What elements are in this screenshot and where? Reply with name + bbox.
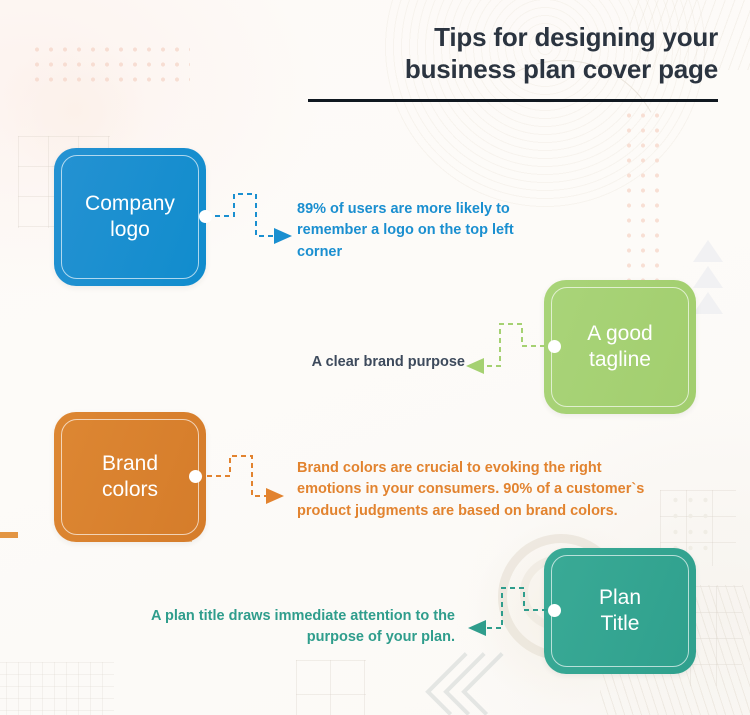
card-label-line-2: Title	[600, 612, 640, 635]
connector-node-a-good-tagline	[548, 340, 561, 353]
orange-accent-bar-left	[0, 532, 18, 538]
square-grid-decoration-bottom-center	[296, 660, 366, 715]
body-text-a-good-tagline: A clear brand purpose	[311, 354, 465, 370]
connector-line-plan-title	[468, 587, 556, 636]
card-label-brand-colors: Brand colors	[92, 451, 168, 502]
page-header: Tips for designing your business plan co…	[300, 22, 718, 103]
body-text-plan-title: A plan title draws immediate attention t…	[151, 608, 455, 646]
connector-line-brand-colors	[198, 455, 284, 504]
page-title-line-2: business plan cover page	[404, 53, 718, 84]
infographic-canvas: Tips for designing your business plan co…	[0, 0, 750, 715]
card-brand-colors[interactable]: Brand colors	[54, 412, 206, 542]
connector-line-company-logo	[206, 193, 292, 244]
connector-node-company-logo	[199, 210, 212, 223]
dot-grid-decoration-mid-right	[668, 492, 712, 552]
card-label-line-1: Brand	[101, 452, 159, 476]
title-underline-rule	[308, 99, 718, 103]
square-grid-decoration-bottom-left	[0, 662, 114, 715]
body-text-company-logo: 89% of users are more likely to remember…	[297, 201, 514, 260]
dot-grid-decoration-top-left	[30, 42, 190, 88]
card-a-good-tagline[interactable]: A good tagline	[544, 280, 696, 414]
triangle-decoration-1	[693, 240, 723, 262]
triangle-decoration-2	[693, 266, 723, 288]
card-label-a-good-tagline: A good tagline	[577, 321, 662, 372]
card-label-line-1: Plan	[598, 586, 642, 610]
card-label-line-1: A good	[587, 322, 653, 346]
card-plan-title[interactable]: Plan Title	[544, 548, 696, 674]
card-label-plan-title: Plan Title	[589, 585, 651, 636]
connector-line-a-good-tagline	[466, 323, 554, 374]
page-title-line-1: Tips for designing your	[434, 22, 718, 52]
connector-node-plan-title	[548, 604, 561, 617]
card-company-logo[interactable]: Company logo	[54, 148, 206, 286]
page-title: Tips for designing your business plan co…	[300, 22, 718, 85]
card-label-company-logo: Company logo	[75, 191, 185, 242]
body-text-brand-colors: Brand colors are crucial to evoking the …	[297, 460, 645, 519]
square-grid-decoration-right-lower	[690, 586, 742, 686]
card-label-line-1: Company	[85, 192, 175, 216]
card-label-line-2: logo	[110, 218, 150, 241]
connector-node-brand-colors	[189, 470, 202, 483]
card-label-line-2: tagline	[589, 348, 651, 371]
triangle-decoration-3	[693, 292, 723, 314]
card-label-line-2: colors	[101, 478, 158, 501]
